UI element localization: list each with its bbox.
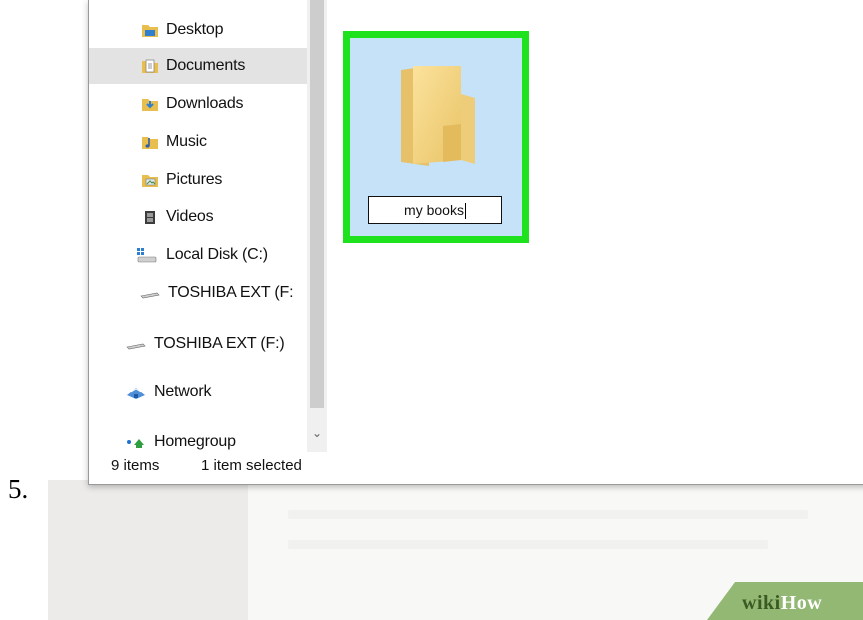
sidebar-item-label: Downloads (166, 95, 244, 112)
status-bar: 9 items 1 item selected (89, 452, 863, 484)
text-caret (464, 203, 466, 220)
faint-background-line (288, 540, 768, 549)
sidebar-item-label: Local Disk (C:) (166, 246, 268, 263)
downloads-folder-icon (141, 95, 159, 113)
sidebar-item-documents[interactable]: Documents (89, 48, 307, 84)
sidebar-item-label: Music (166, 133, 207, 150)
sidebar-item-label: TOSHIBA EXT (F: (168, 284, 294, 301)
sidebar-item-toshiba-ext[interactable]: TOSHIBA EXT (F:) (89, 326, 307, 362)
videos-folder-icon (141, 208, 159, 226)
sidebar-item-toshiba-ext-nested[interactable]: TOSHIBA EXT (F: (89, 275, 307, 311)
wikihow-logo-wiki: wiki (742, 592, 781, 614)
sidebar-item-homegroup[interactable]: Homegroup (89, 424, 307, 452)
background-panel-left (48, 480, 248, 620)
navigation-pane[interactable]: Desktop Documents Downloads Music Pictur (89, 0, 307, 452)
sidebar-item-downloads[interactable]: Downloads (89, 86, 307, 122)
sidebar-item-pictures[interactable]: Pictures (89, 162, 307, 198)
sidebar-scrollbar[interactable]: ⌄ (307, 0, 327, 452)
sidebar-item-label: TOSHIBA EXT (F:) (154, 335, 285, 352)
scroll-down-chevron-icon[interactable]: ⌄ (310, 426, 324, 440)
sidebar-item-videos[interactable]: Videos (89, 199, 307, 235)
content-pane[interactable]: my books (327, 0, 863, 452)
documents-folder-icon (141, 57, 159, 75)
scrollbar-thumb[interactable] (310, 0, 324, 408)
external-drive-icon (125, 335, 147, 353)
pictures-folder-icon (141, 171, 159, 189)
step-number: 5. (8, 474, 29, 504)
sidebar-item-label: Homegroup (154, 433, 236, 450)
music-folder-icon (141, 133, 159, 151)
sidebar-item-local-disk[interactable]: Local Disk (C:) (89, 237, 307, 273)
local-disk-icon (135, 246, 159, 264)
file-explorer-window: Desktop Documents Downloads Music Pictur (88, 0, 863, 485)
sidebar-item-desktop[interactable]: Desktop (89, 12, 307, 48)
sidebar-item-label: Network (154, 383, 212, 400)
folder-name-text: my books (404, 202, 464, 218)
new-folder-item[interactable]: my books (343, 31, 529, 243)
status-item-count: 9 items (111, 457, 160, 474)
network-icon (125, 383, 147, 401)
status-selection: 1 item selected (201, 457, 302, 474)
sidebar-item-label: Videos (166, 208, 214, 225)
sidebar-item-label: Documents (166, 57, 246, 74)
wikihow-logo-how: How (780, 592, 823, 614)
folder-icon (401, 66, 475, 166)
wikihow-logo: wikiHow (742, 592, 822, 615)
homegroup-icon (125, 433, 147, 451)
sidebar-item-network[interactable]: Network (89, 374, 307, 410)
external-drive-icon (139, 284, 161, 302)
folder-name-input[interactable]: my books (368, 196, 502, 224)
faint-background-line (288, 510, 808, 519)
sidebar-item-label: Pictures (166, 171, 223, 188)
sidebar-item-music[interactable]: Music (89, 124, 307, 160)
desktop-folder-icon (141, 21, 159, 39)
sidebar-item-label: Desktop (166, 21, 224, 38)
